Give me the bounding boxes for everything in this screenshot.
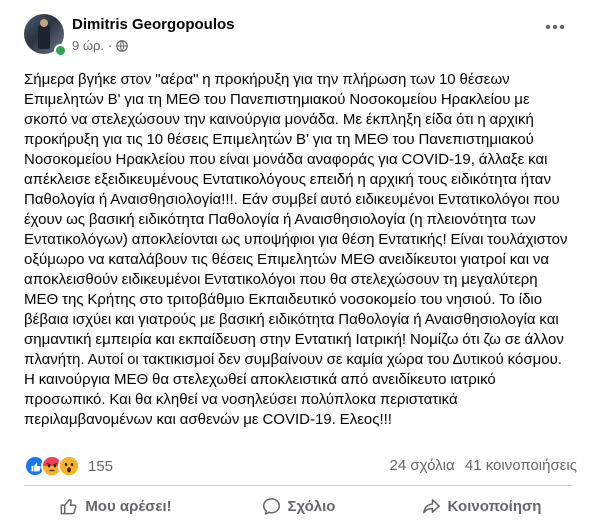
post-actions: Μου αρέσει! Σχόλιο Κοινοποίηση <box>24 489 573 523</box>
meta-separator: · <box>108 38 113 53</box>
comment-icon <box>262 497 280 515</box>
comments-count-link[interactable]: 24 σχόλια <box>390 457 455 474</box>
more-options-button[interactable] <box>541 16 569 38</box>
wow-icon <box>58 455 80 477</box>
more-icon <box>545 24 565 30</box>
shares-count-link[interactable]: 41 κοινοποιήσεις <box>465 457 577 474</box>
engagement-counts: 24 σχόλια 41 κοινοποιήσεις <box>384 457 577 474</box>
actions-divider <box>24 485 573 486</box>
comment-button[interactable]: Σχόλιο <box>207 489 390 523</box>
thumbs-up-icon <box>60 498 77 514</box>
online-status-dot <box>54 44 67 57</box>
post-stats: 155 24 σχόλια 41 κοινοποιήσεις <box>24 455 579 478</box>
reactions-summary[interactable]: 155 <box>24 455 114 477</box>
post-header: Dimitris Georgopoulos 9 ώρ. · <box>24 14 569 57</box>
like-label: Μου αρέσει! <box>85 497 172 515</box>
post-text: Σήμερα βγήκε στον "αέρα" η προκήρυξη για… <box>24 71 568 428</box>
share-button[interactable]: Κοινοποίηση <box>390 489 573 523</box>
globe-icon[interactable] <box>116 40 129 55</box>
author-name[interactable]: Dimitris Georgopoulos <box>72 16 235 33</box>
share-label: Κοινοποίηση <box>447 497 542 515</box>
comment-label: Σχόλιο <box>287 497 336 515</box>
like-button[interactable]: Μου αρέσει! <box>24 489 207 523</box>
post-time[interactable]: 9 ώρ. <box>72 38 104 53</box>
post-meta: 9 ώρ. · <box>72 38 129 55</box>
reactions-count: 155 <box>88 457 114 475</box>
avatar-head <box>40 19 48 27</box>
post-card: Dimitris Georgopoulos 9 ώρ. · Σήμερα βγήκ… <box>0 0 589 530</box>
share-icon <box>422 498 440 513</box>
